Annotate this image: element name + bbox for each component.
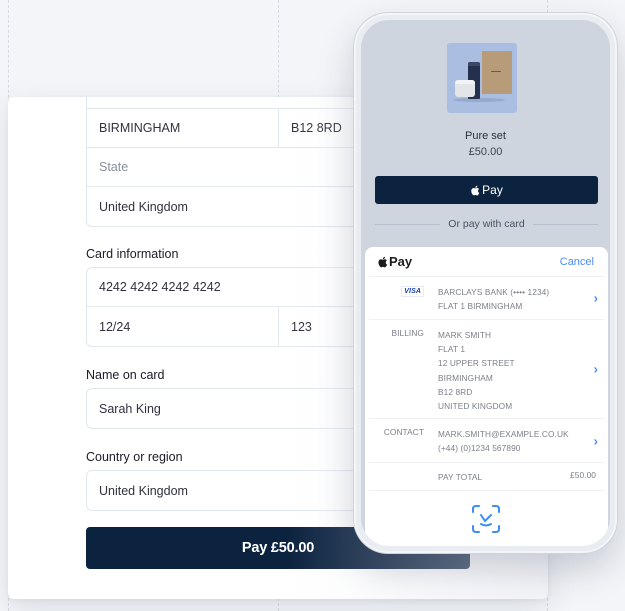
chevron-right-icon: › [593, 290, 598, 306]
country-region-label: Country or region [86, 450, 183, 464]
pay-total-amount: £50.00 [570, 470, 596, 480]
card-address-line: FLAT 1 BIRMINGHAM [438, 301, 523, 312]
card-bank-line: BARCLAYS BANK (•••• 1234) [438, 287, 550, 297]
card-info-label: Card information [86, 247, 179, 261]
product-name: Pure set [465, 130, 506, 142]
sheet-header: Pay Cancel [369, 247, 604, 277]
apple-pay-brand-text: Pay [389, 254, 413, 269]
product-price: £50.00 [468, 146, 503, 158]
or-pay-with-card-divider: Or pay with card [375, 217, 599, 231]
billing-row[interactable]: BILLING MARK SMITH FLAT 1 12 UPPER STREE… [369, 320, 604, 419]
phone-screen: Pure set £50.00 Pay Or pay with card Pay… [361, 20, 610, 546]
billing-line: BIRMINGHAM [438, 372, 493, 383]
postcode-value: B12 8RD [291, 121, 342, 135]
divider-text: Or pay with card [448, 218, 525, 230]
contact-details: MARK.SMITH@EXAMPLE.CO.UK (+44) (0)1234 5… [424, 419, 604, 462]
apple-logo-icon [471, 185, 480, 195]
apple-pay-brand: Pay [377, 254, 412, 269]
state-placeholder: State [99, 160, 129, 174]
apple-pay-button[interactable]: Pay [375, 176, 598, 204]
contact-email: MARK.SMITH@EXAMPLE.CO.UK [438, 429, 569, 439]
postcode-input[interactable]: B12 8RD [279, 109, 342, 147]
billing-line: MARK SMITH [438, 330, 492, 340]
billing-line: 12 UPPER STREET [438, 358, 515, 369]
country-region-value: United Kingdom [99, 483, 188, 498]
city-value: BIRMINGHAM [99, 121, 181, 135]
apple-pay-label: Pay [482, 183, 503, 197]
billing-line: UNITED KINGDOM [438, 401, 513, 412]
face-id-icon [472, 505, 500, 533]
address-country-value: United Kingdom [99, 199, 188, 214]
billing-label: BILLING [391, 328, 424, 338]
card-details: BARCLAYS BANK (•••• 1234) FLAT 1 BIRMING… [424, 277, 604, 319]
total-spacer [369, 463, 424, 490]
contact-row[interactable]: CONTACT MARK.SMITH@EXAMPLE.CO.UK (+44) (… [369, 419, 604, 463]
card-row[interactable]: VISA BARCLAYS BANK (•••• 1234) FLAT 1 BI… [369, 277, 604, 320]
billing-line: FLAT 1 [438, 344, 466, 355]
contact-phone: (+44) (0)1234 567890 [438, 443, 521, 454]
cvc-value: 123 [291, 319, 312, 334]
apple-logo-icon [378, 256, 388, 267]
card-number-value: 4242 4242 4242 4242 [99, 280, 221, 294]
contact-label: CONTACT [383, 427, 424, 437]
product-image [447, 43, 517, 113]
chevron-right-icon: › [593, 433, 598, 448]
pay-total-row: PAY TOTAL £50.00 [369, 463, 604, 491]
card-network-cell: VISA [369, 277, 424, 319]
city-input[interactable]: BIRMINGHAM [87, 109, 279, 147]
cancel-button[interactable]: Cancel [560, 256, 594, 268]
cvc-input[interactable]: 123 [279, 307, 312, 346]
billing-details: MARK SMITH FLAT 1 12 UPPER STREET BIRMIN… [424, 320, 604, 418]
apple-pay-sheet: Pay Cancel VISA BARCLAYS BANK (•••• 1234… [365, 247, 608, 546]
chevron-right-icon: › [593, 361, 598, 377]
phone-mockup: Pure set £50.00 Pay Or pay with card Pay… [354, 13, 617, 553]
expiry-value: 12/24 [99, 319, 131, 334]
visa-logo-icon: VISA [401, 286, 424, 297]
name-on-card-value: Sarah King [99, 401, 161, 416]
expiry-input[interactable]: 12/24 [87, 307, 279, 346]
name-on-card-label: Name on card [86, 368, 165, 382]
billing-line: B12 8RD [438, 386, 473, 397]
